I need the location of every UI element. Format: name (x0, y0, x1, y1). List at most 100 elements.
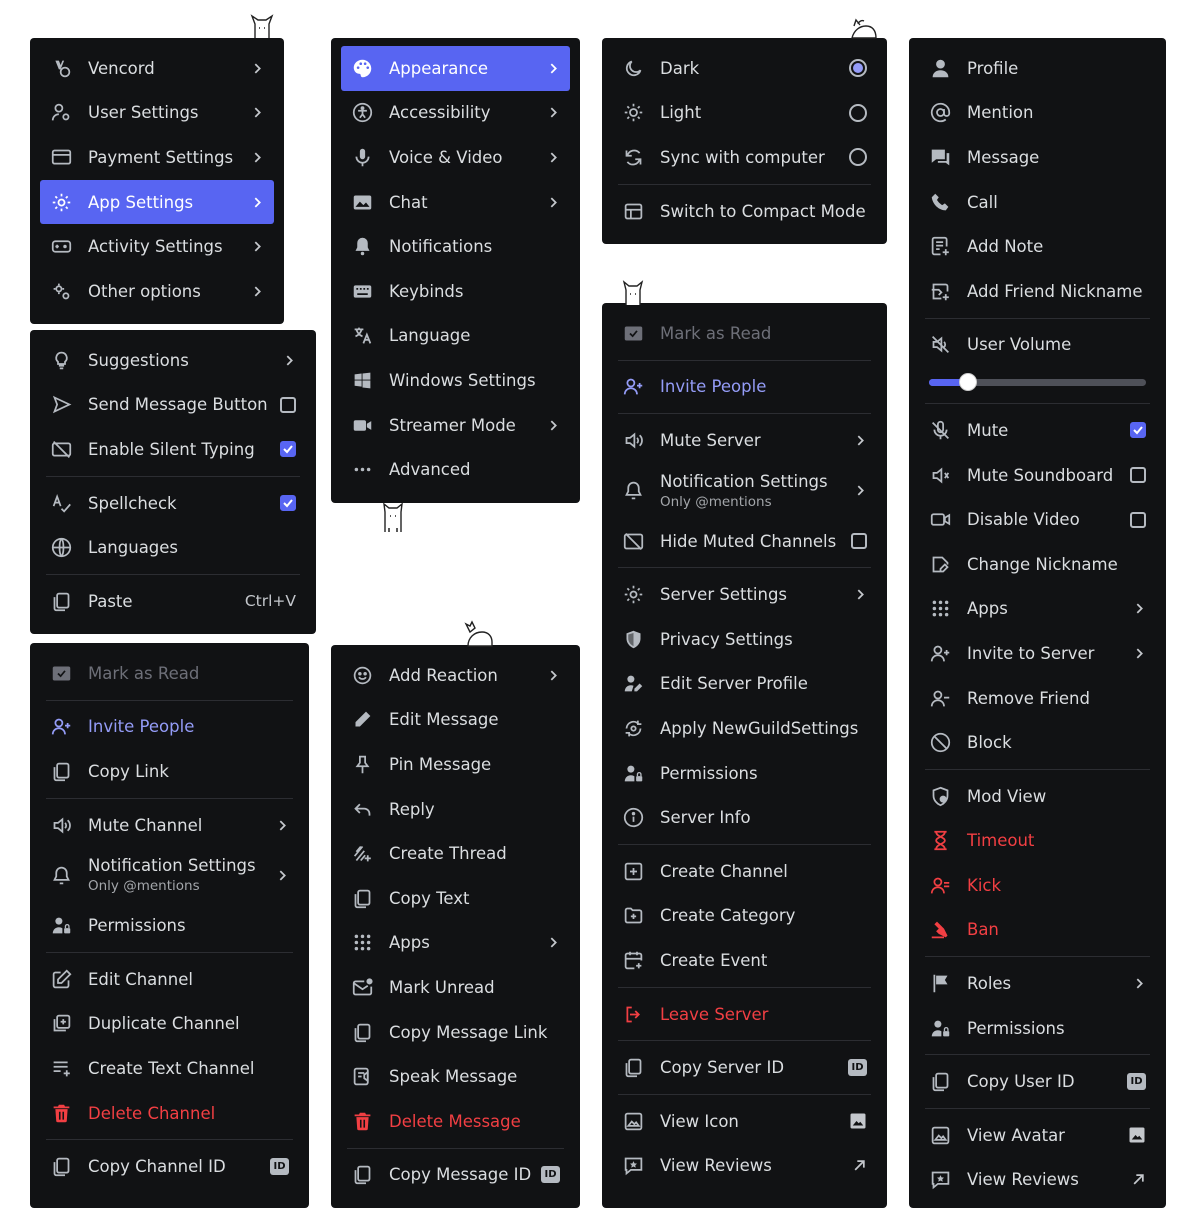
menu-item-view-reviews[interactable]: View Reviews (612, 1144, 877, 1189)
menu-item-app-settings[interactable]: App Settings (40, 179, 274, 225)
menu-item-server-info[interactable]: Server Info (612, 795, 877, 840)
checkbox-mute[interactable] (1130, 422, 1146, 439)
menu-item-reply[interactable]: Reply (341, 787, 570, 832)
menu-item-notification-settings[interactable]: Notification Settings Only @mentions (612, 463, 877, 519)
menu-item-copy-channel-id[interactable]: Copy Channel ID ID (40, 1144, 299, 1189)
menu-item-mark-unread[interactable]: Mark Unread (341, 965, 570, 1010)
menu-item-pin-message[interactable]: Pin Message (341, 742, 570, 787)
menu-item-mark-as-read[interactable]: Mark as Read (40, 651, 299, 696)
menu-item-copy-server-id[interactable]: Copy Server ID ID (612, 1045, 877, 1090)
menu-item-accessibility[interactable]: Accessibility (341, 91, 570, 136)
menu-item-mark-as-read[interactable]: Mark as Read (612, 311, 877, 356)
menu-item-mute[interactable]: Mute (919, 408, 1156, 453)
checkbox-silent-typing[interactable] (280, 441, 296, 458)
menu-item-mute-soundboard[interactable]: Mute Soundboard (919, 453, 1156, 498)
menu-item-speak-message[interactable]: Speak Message (341, 1054, 570, 1099)
menu-item-light[interactable]: Light (612, 91, 877, 136)
menu-item-add-note[interactable]: Add Note (919, 224, 1156, 269)
menu-item-remove-friend[interactable]: Remove Friend (919, 676, 1156, 721)
menu-item-permissions[interactable]: Permissions (612, 751, 877, 796)
menu-item-permissions[interactable]: Permissions (40, 903, 299, 948)
menu-item-notifications[interactable]: Notifications (341, 224, 570, 269)
menu-item-mute-channel[interactable]: Mute Channel (40, 803, 299, 848)
menu-item-silent-typing[interactable]: Enable Silent Typing (40, 427, 306, 472)
menu-item-send-message-button[interactable]: Send Message Button (40, 383, 306, 428)
menu-item-apps[interactable]: Apps (341, 921, 570, 966)
menu-item-delete-channel[interactable]: Delete Channel (40, 1091, 299, 1136)
menu-item-edit-server-profile[interactable]: Edit Server Profile (612, 662, 877, 707)
menu-item-message[interactable]: Message (919, 135, 1156, 180)
menu-item-other-options[interactable]: Other options (40, 269, 274, 314)
menu-item-copy-link[interactable]: Copy Link (40, 749, 299, 794)
menu-item-create-text-channel[interactable]: Create Text Channel (40, 1046, 299, 1091)
menu-item-edit-message[interactable]: Edit Message (341, 698, 570, 743)
menu-item-copy-user-id[interactable]: Copy User ID ID (919, 1059, 1156, 1104)
checkbox-hide-muted-channels[interactable] (851, 533, 867, 550)
menu-item-roles[interactable]: Roles (919, 961, 1156, 1006)
checkbox-mute-soundboard[interactable] (1130, 467, 1146, 484)
menu-item-spellcheck[interactable]: Spellcheck (40, 481, 306, 526)
menu-item-keybinds[interactable]: Keybinds (341, 269, 570, 314)
menu-item-notification-settings[interactable]: Notification Settings Only @mentions (40, 847, 299, 903)
menu-item-apps[interactable]: Apps (919, 587, 1156, 632)
menu-item-suggestions[interactable]: Suggestions (40, 338, 306, 383)
menu-item-language[interactable]: Language (341, 314, 570, 359)
menu-item-copy-text[interactable]: Copy Text (341, 876, 570, 921)
menu-item-leave-server[interactable]: Leave Server (612, 992, 877, 1037)
menu-item-call[interactable]: Call (919, 180, 1156, 225)
menu-item-mod-view[interactable]: Mod View (919, 774, 1156, 819)
menu-item-permissions[interactable]: Permissions (919, 1006, 1156, 1051)
menu-item-user-settings[interactable]: User Settings (40, 91, 274, 136)
menu-item-compact-mode[interactable]: Switch to Compact Mode (612, 189, 877, 234)
menu-item-kick[interactable]: Kick (919, 863, 1156, 908)
menu-item-add-reaction[interactable]: Add Reaction (341, 653, 570, 698)
menu-item-add-friend-nickname[interactable]: Add Friend Nickname (919, 269, 1156, 314)
menu-item-view-avatar[interactable]: View Avatar (919, 1113, 1156, 1158)
menu-item-view-reviews[interactable]: View Reviews (919, 1158, 1156, 1203)
menu-item-ban[interactable]: Ban (919, 908, 1156, 953)
menu-item-create-category[interactable]: Create Category (612, 894, 877, 939)
menu-item-delete-message[interactable]: Delete Message (341, 1099, 570, 1144)
menu-item-create-channel[interactable]: Create Channel (612, 849, 877, 894)
menu-item-duplicate-channel[interactable]: Duplicate Channel (40, 1002, 299, 1047)
menu-item-profile[interactable]: Profile (919, 46, 1156, 91)
menu-item-change-nickname[interactable]: Change Nickname (919, 542, 1156, 587)
menu-item-disable-video[interactable]: Disable Video (919, 497, 1156, 542)
menu-item-block[interactable]: Block (919, 720, 1156, 765)
radio-light[interactable] (849, 103, 867, 122)
menu-item-view-icon[interactable]: View Icon (612, 1099, 877, 1144)
menu-item-windows-settings[interactable]: Windows Settings (341, 358, 570, 403)
menu-item-hide-muted-channels[interactable]: Hide Muted Channels (612, 519, 877, 564)
menu-item-sync-with-computer[interactable]: Sync with computer (612, 135, 877, 180)
menu-item-server-settings[interactable]: Server Settings (612, 572, 877, 617)
menu-item-activity-settings[interactable]: Activity Settings (40, 224, 274, 269)
menu-item-apply-newguildsettings[interactable]: Apply NewGuildSettings (612, 706, 877, 751)
menu-item-timeout[interactable]: Timeout (919, 819, 1156, 864)
menu-item-create-thread[interactable]: Create Thread (341, 831, 570, 876)
menu-item-advanced[interactable]: Advanced (341, 447, 570, 492)
menu-item-invite-people[interactable]: Invite People (40, 705, 299, 750)
menu-item-paste[interactable]: Paste Ctrl+V (40, 579, 306, 624)
menu-item-copy-message-id[interactable]: Copy Message ID ID (341, 1153, 570, 1198)
menu-item-invite-people[interactable]: Invite People (612, 365, 877, 410)
slider-knob[interactable] (959, 373, 978, 392)
menu-item-vencord[interactable]: Vencord (40, 46, 274, 91)
menu-item-mention[interactable]: Mention (919, 91, 1156, 136)
menu-item-languages[interactable]: Languages (40, 525, 306, 570)
checkbox-send-message-button[interactable] (280, 396, 296, 413)
user-volume-slider[interactable] (929, 367, 1146, 397)
menu-item-invite-to-server[interactable]: Invite to Server (919, 631, 1156, 676)
menu-item-mute-server[interactable]: Mute Server (612, 418, 877, 463)
menu-item-voice-video[interactable]: Voice & Video (341, 135, 570, 180)
menu-item-streamer-mode[interactable]: Streamer Mode (341, 403, 570, 448)
menu-item-copy-message-link[interactable]: Copy Message Link (341, 1010, 570, 1055)
menu-item-edit-channel[interactable]: Edit Channel (40, 957, 299, 1002)
radio-sync[interactable] (849, 148, 867, 167)
menu-item-appearance[interactable]: Appearance (341, 46, 570, 91)
menu-item-payment-settings[interactable]: Payment Settings (40, 135, 274, 180)
menu-item-privacy-settings[interactable]: Privacy Settings (612, 617, 877, 662)
menu-item-dark[interactable]: Dark (612, 46, 877, 91)
radio-dark[interactable] (849, 59, 867, 78)
checkbox-spellcheck[interactable] (280, 495, 296, 512)
menu-item-chat[interactable]: Chat (341, 180, 570, 225)
